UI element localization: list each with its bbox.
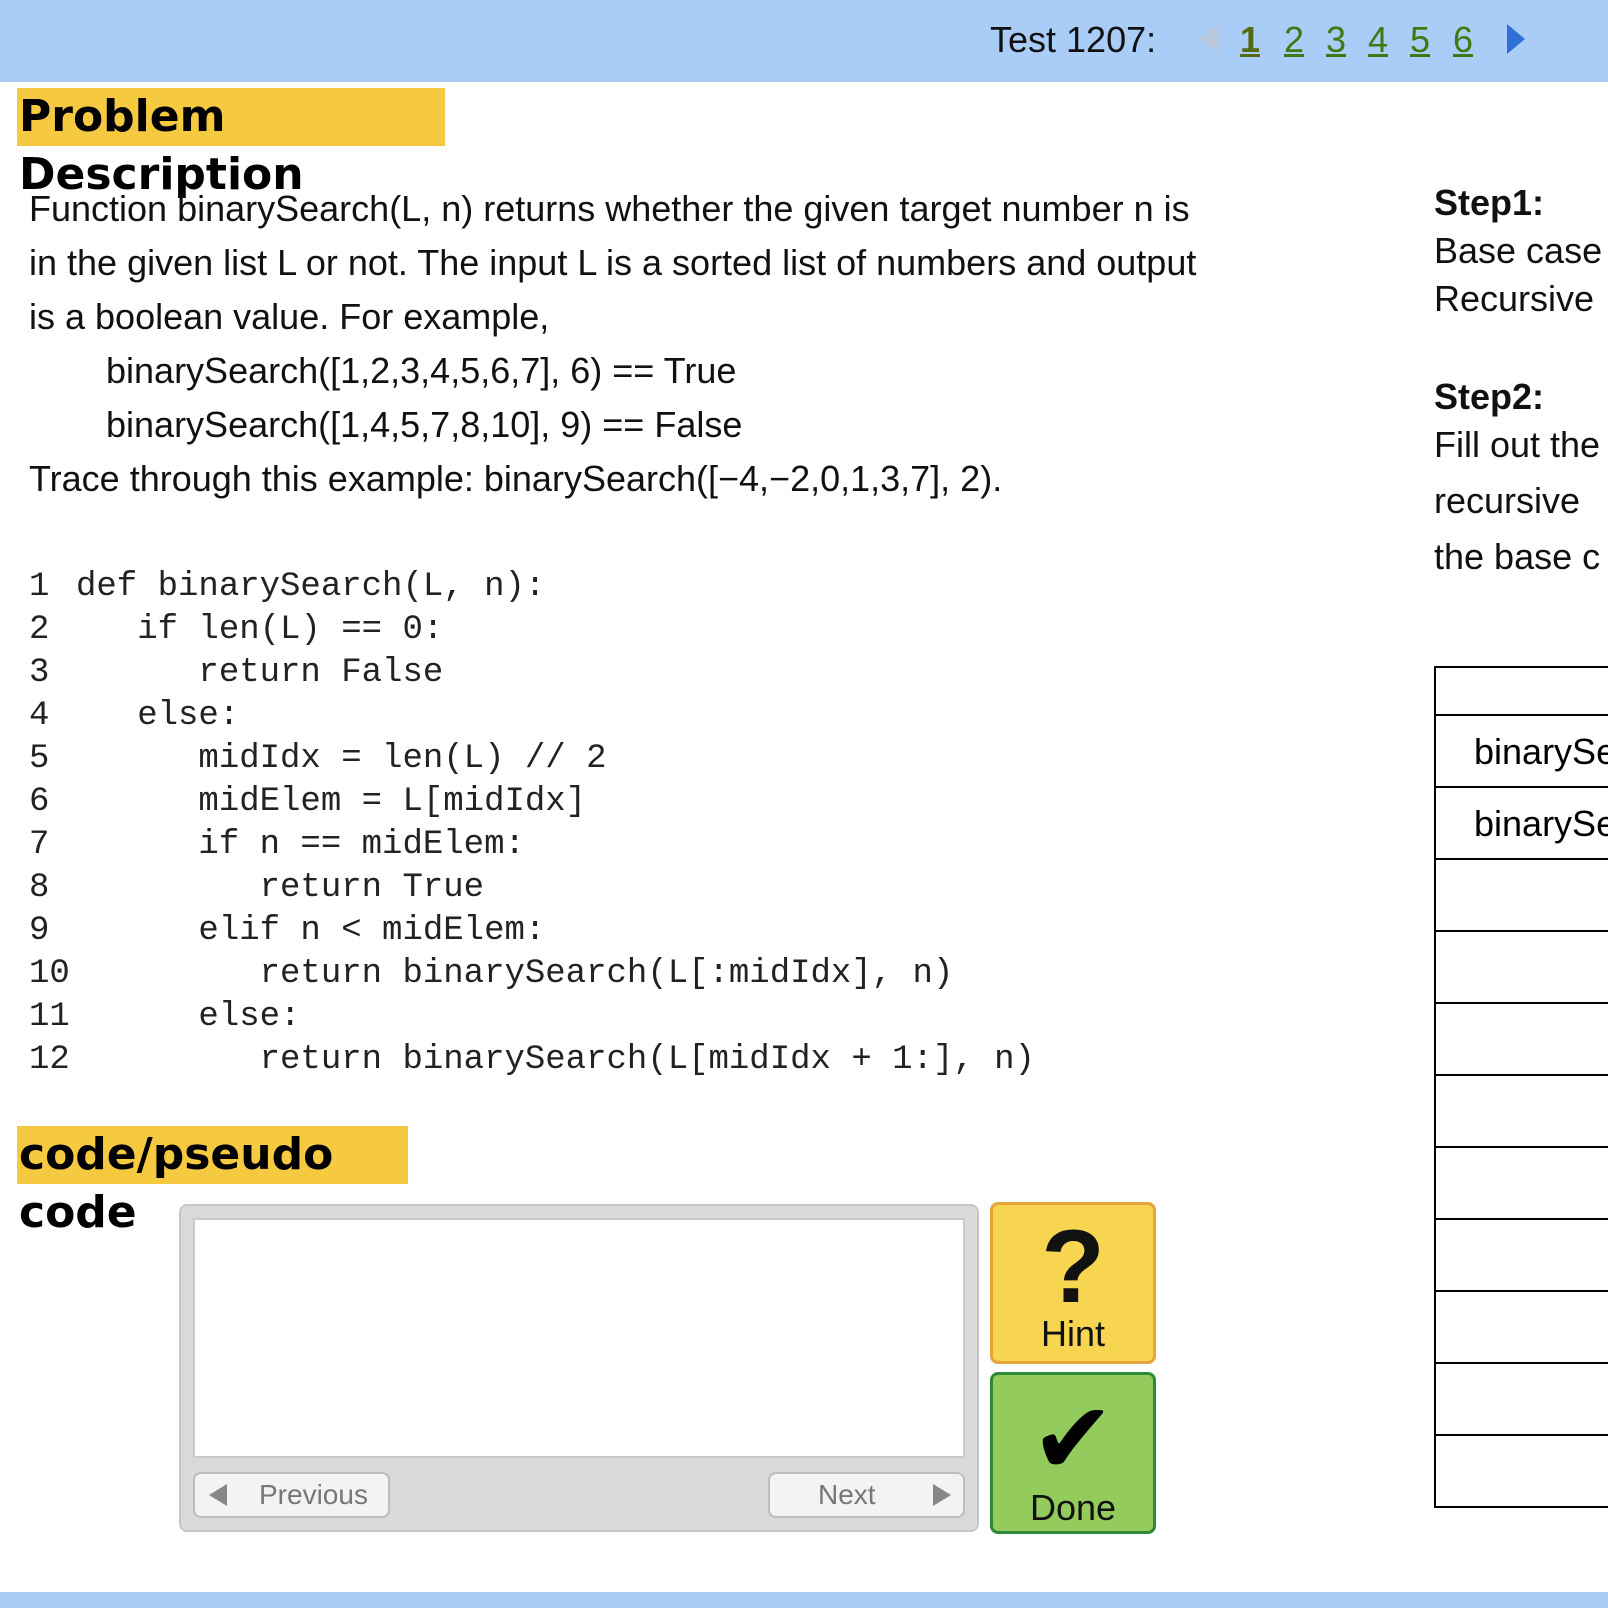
table-header-row: [1436, 668, 1608, 716]
code-input[interactable]: [193, 1218, 965, 1458]
line-number: 12: [29, 1041, 70, 1079]
description-line: in the given list L or not. The input L …: [29, 242, 1197, 283]
page-link-6[interactable]: 6: [1453, 18, 1473, 62]
line-number: 3: [29, 654, 50, 692]
arrow-left-icon: [209, 1484, 227, 1506]
done-label: Done: [1029, 1487, 1117, 1528]
hint-label: Hint: [1040, 1313, 1106, 1354]
trace-table: binarySe binarySe: [1434, 666, 1608, 1508]
previous-label: Previous: [259, 1479, 368, 1510]
problem-description-heading: Problem Description: [17, 88, 445, 200]
table-row[interactable]: [1436, 860, 1608, 932]
line-number: 2: [29, 611, 50, 649]
done-button[interactable]: ✔ Done: [990, 1372, 1156, 1534]
question-mark-icon: ?: [1041, 1209, 1105, 1325]
code-line: return True: [76, 869, 485, 907]
line-number: 1: [29, 568, 50, 606]
description-line: is a boolean value. For example,: [29, 296, 550, 337]
step2-line: Fill out the: [1434, 424, 1601, 465]
line-number: 10: [29, 955, 70, 993]
table-row[interactable]: binarySe: [1436, 716, 1608, 788]
table-row[interactable]: [1436, 1364, 1608, 1436]
line-number: 9: [29, 912, 50, 950]
page-link-1[interactable]: 1: [1240, 18, 1260, 62]
trace-instruction: Trace through this example: binarySearch…: [29, 458, 1003, 499]
table-row[interactable]: [1436, 1004, 1608, 1076]
step1-line: Recursive: [1434, 278, 1595, 319]
next-button[interactable]: Next: [768, 1472, 965, 1518]
checkmark-icon: ✔: [1031, 1380, 1115, 1497]
step1-title: Step1:: [1434, 182, 1545, 223]
table-row[interactable]: [1436, 1292, 1608, 1364]
page-link-5[interactable]: 5: [1410, 18, 1430, 62]
arrow-right-icon: [933, 1484, 951, 1506]
code-line: else:: [76, 998, 301, 1036]
table-row[interactable]: [1436, 1076, 1608, 1148]
table-row[interactable]: [1436, 1220, 1608, 1292]
line-number: 6: [29, 783, 50, 821]
step2-title: Step2:: [1434, 376, 1545, 417]
code-line: def binarySearch(L, n):: [76, 568, 546, 606]
page-link-2[interactable]: 2: [1284, 18, 1304, 62]
code-line: elif n < midElem:: [76, 912, 546, 950]
line-number: 7: [29, 826, 50, 864]
table-row[interactable]: [1436, 1436, 1608, 1508]
line-number: 8: [29, 869, 50, 907]
example-line: binarySearch([1,4,5,7,8,10], 9) == False: [106, 404, 743, 445]
step1-line: Base case: [1434, 230, 1603, 271]
problem-description: Function binarySearch(L, n) returns whet…: [29, 182, 1389, 506]
step2-line: the base c: [1434, 536, 1601, 577]
step2-line: recursive: [1434, 480, 1581, 521]
code-line: midIdx = len(L) // 2: [76, 740, 607, 778]
example-line: binarySearch([1,2,3,4,5,6,7], 6) == True: [106, 350, 737, 391]
hint-button[interactable]: ? Hint: [990, 1202, 1156, 1364]
bottom-bar: [0, 1592, 1608, 1608]
page-link-4[interactable]: 4: [1368, 18, 1388, 62]
code-listing: 1 def binarySearch(L, n): 2 if len(L) == …: [29, 566, 1035, 1082]
line-number: 4: [29, 697, 50, 735]
code-line: if n == midElem:: [76, 826, 525, 864]
line-number: 11: [29, 998, 70, 1036]
line-number: 5: [29, 740, 50, 778]
code-line: else:: [76, 697, 240, 735]
description-line: Function binarySearch(L, n) returns whet…: [29, 188, 1190, 229]
table-row[interactable]: [1436, 1148, 1608, 1220]
previous-button[interactable]: Previous: [193, 1472, 390, 1518]
code-editor-panel: Previous Next: [179, 1204, 979, 1532]
next-page-arrow-icon[interactable]: [1507, 24, 1525, 54]
code-line: return binarySearch(L[midIdx + 1:], n): [76, 1041, 1035, 1079]
code-section-heading: code/pseudo code: [17, 1126, 408, 1238]
test-label: Test 1207:: [990, 19, 1157, 60]
next-label: Next: [818, 1479, 876, 1510]
code-line: return binarySearch(L[:midIdx], n): [76, 955, 954, 993]
table-row[interactable]: [1436, 932, 1608, 1004]
code-line: midElem = L[midIdx]: [76, 783, 587, 821]
page-link-3[interactable]: 3: [1326, 18, 1346, 62]
code-line: return False: [76, 654, 444, 692]
code-line: if len(L) == 0:: [76, 611, 444, 649]
top-bar: Test 1207: 1 2 3 4 5 6: [0, 0, 1608, 82]
table-row[interactable]: binarySe: [1436, 788, 1608, 860]
prev-page-arrow-icon[interactable]: [1200, 24, 1218, 54]
